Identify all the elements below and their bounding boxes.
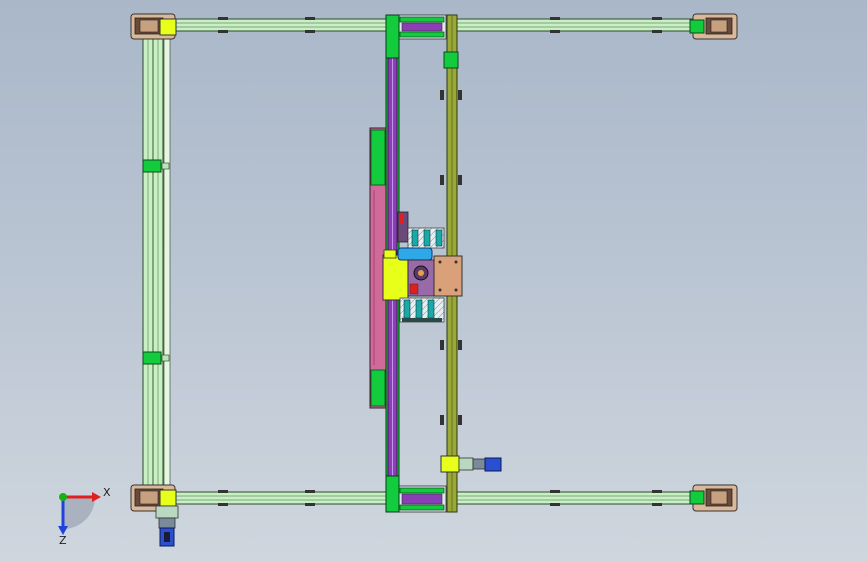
cad-viewport[interactable]: X Z — [0, 0, 867, 562]
corner-block-top-left[interactable] — [130, 13, 177, 40]
left-drive-motor[interactable] — [155, 505, 179, 547]
gantry-assembly-drawing[interactable]: X Z — [0, 0, 867, 562]
y-axis-point — [59, 493, 67, 501]
y-drive-motor[interactable] — [440, 455, 502, 473]
coordinate-triad: X Z — [58, 486, 111, 547]
x-axis-label: X — [103, 486, 111, 499]
z-axis-label: Z — [59, 534, 67, 547]
left-linear-rail[interactable] — [142, 34, 171, 491]
corner-block-top-right[interactable] — [689, 13, 738, 40]
crossbeam-top-carriage[interactable] — [397, 14, 447, 40]
corner-block-bottom-right[interactable] — [689, 484, 738, 512]
crossbeam-bottom-carriage[interactable] — [397, 485, 447, 513]
